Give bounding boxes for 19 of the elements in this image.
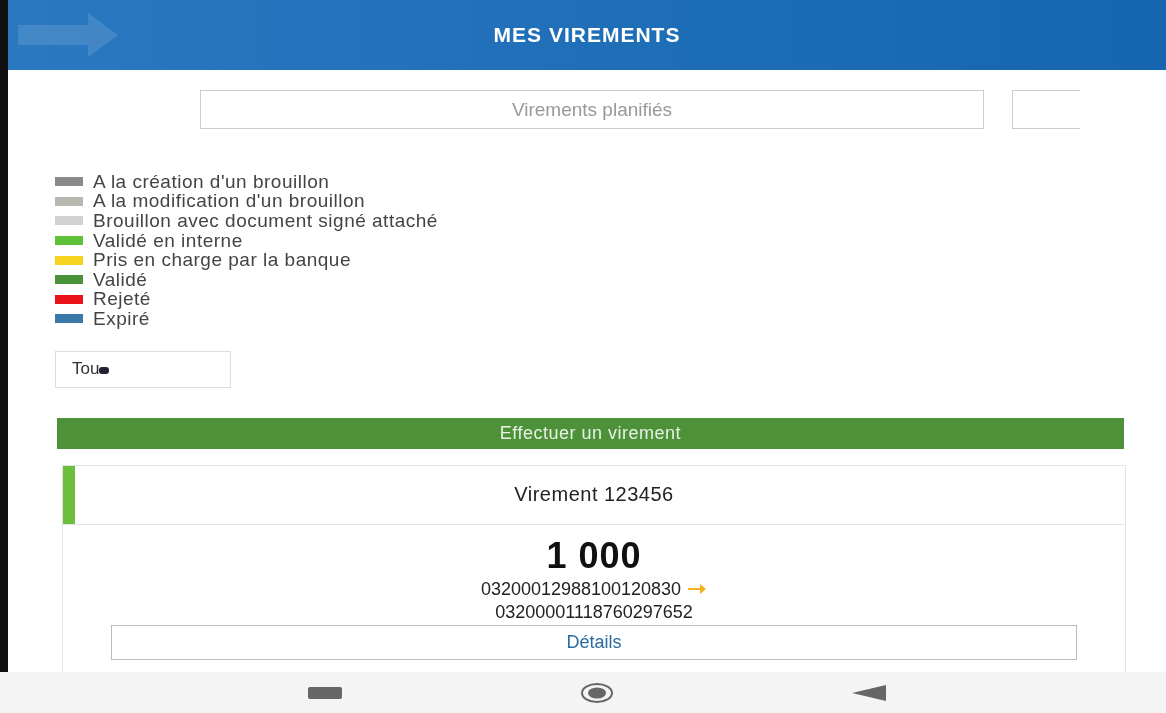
arrow-icon: [687, 583, 708, 596]
destination-account: 03200001118760297652: [495, 601, 693, 623]
legend-label: Validé en interne: [93, 229, 243, 252]
legend-label: Rejeté: [93, 288, 151, 311]
recents-icon[interactable]: [308, 686, 342, 699]
tab[interactable]: Virements planifiés: [200, 90, 984, 129]
legend-label: A la création d'un brouillon: [93, 170, 330, 193]
transfer-title: Virement 123456: [514, 483, 674, 507]
legend-label: Brouillon avec document signé attaché: [93, 210, 438, 232]
back-icon[interactable]: [852, 684, 886, 701]
filter-dropdown[interactable]: Tou: [55, 350, 231, 388]
new-transfer-button[interactable]: Effectuer un virement: [57, 417, 1124, 449]
details-button[interactable]: Détails: [111, 624, 1077, 660]
page-title: MES VIREMENTS: [493, 23, 681, 47]
home-icon[interactable]: [580, 681, 614, 704]
legend-label: A la modification d'un brouillon: [93, 190, 366, 213]
source-account: 03200012988100120830: [480, 578, 682, 600]
transfer-amount: 1 000: [546, 534, 642, 577]
cursor-icon: [99, 367, 110, 375]
